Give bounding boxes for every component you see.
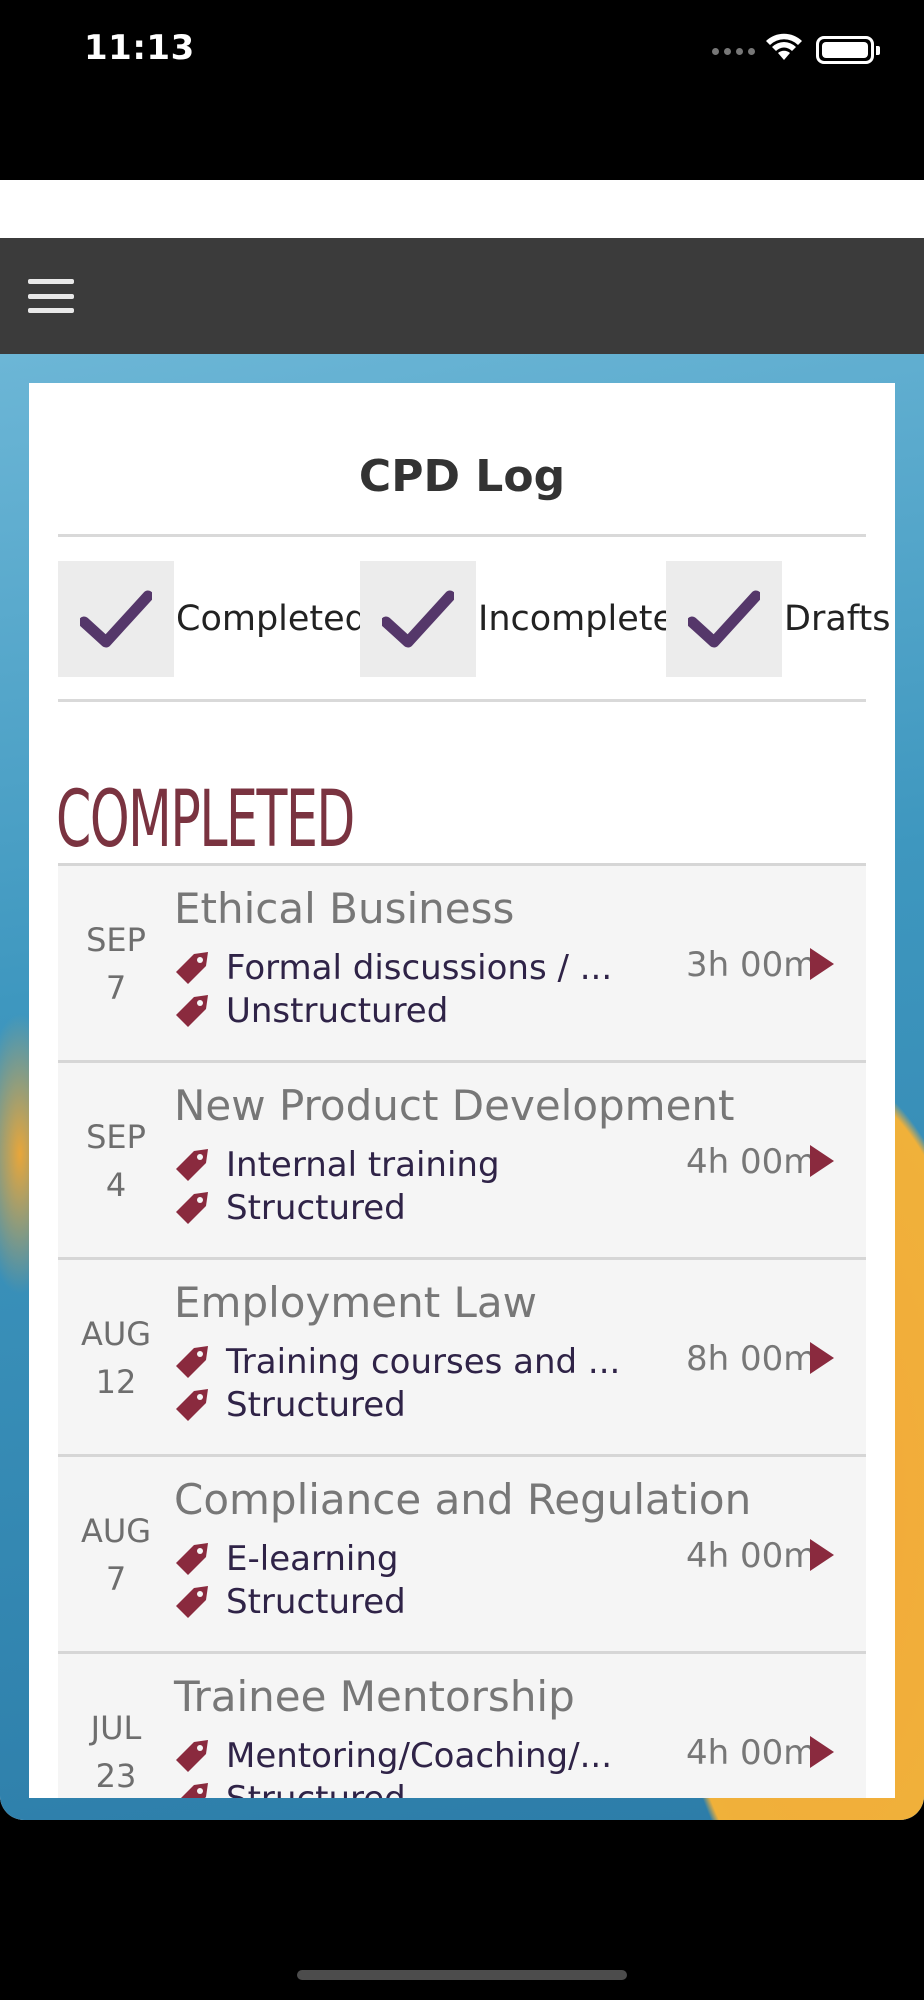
- chevron-right-icon[interactable]: [810, 1736, 834, 1768]
- entry-type: Structured: [174, 1582, 406, 1622]
- checkbox[interactable]: [58, 561, 174, 677]
- tag-icon: [176, 1149, 208, 1181]
- notch: [228, 0, 696, 66]
- page-title: CPD Log: [358, 451, 566, 502]
- entry-category: Training courses and ...: [174, 1342, 620, 1382]
- entry-date: AUG 12: [58, 1310, 174, 1406]
- top-band: [0, 180, 924, 238]
- divider: [58, 699, 866, 702]
- entry-month: SEP: [86, 921, 146, 959]
- entry-month: SEP: [86, 1118, 146, 1156]
- tag-icon: [176, 1543, 208, 1575]
- checkmark-icon: [382, 590, 454, 648]
- entry-title: Trainee Mentorship: [174, 1672, 575, 1721]
- entry-category-text: E-learning: [226, 1539, 399, 1579]
- tag-icon: [176, 1192, 208, 1224]
- entry-title: Ethical Business: [174, 884, 515, 933]
- filter-label: Incomplete: [478, 599, 674, 639]
- entry-title: New Product Development: [174, 1081, 735, 1130]
- chevron-right-icon[interactable]: [810, 1539, 834, 1571]
- entry-type-text: Structured: [226, 1385, 406, 1425]
- entry-title: Employment Law: [174, 1278, 538, 1327]
- entry-type-text: Structured: [226, 1188, 406, 1228]
- menu-icon[interactable]: [28, 276, 74, 316]
- checkmark-icon: [80, 590, 152, 648]
- tag-icon: [176, 995, 208, 1027]
- entry-category: Mentoring/Coaching/...: [174, 1736, 612, 1776]
- checkbox[interactable]: [360, 561, 476, 677]
- section-title: COMPLETED: [56, 775, 355, 865]
- navbar: [0, 238, 924, 354]
- filter-drafts[interactable]: Drafts: [666, 561, 890, 677]
- cpd-entry[interactable]: JUL 23 Trainee Mentorship Mentoring/Coac…: [58, 1651, 866, 1798]
- entry-type-text: Unstructured: [226, 991, 449, 1031]
- filter-label: Drafts: [784, 599, 891, 639]
- entry-date: SEP 7: [58, 916, 174, 1012]
- entry-day: 12: [95, 1363, 137, 1401]
- filter-completed[interactable]: Completed: [58, 561, 367, 677]
- entry-duration: 4h 00m: [686, 1733, 817, 1773]
- entry-date: JUL 23: [58, 1704, 174, 1798]
- entry-duration: 4h 00m: [686, 1536, 817, 1576]
- entry-day: 7: [105, 969, 127, 1007]
- entry-date: SEP 4: [58, 1113, 174, 1209]
- entry-day: 4: [105, 1166, 127, 1204]
- cpd-entry[interactable]: AUG 12 Employment Law Training courses a…: [58, 1257, 866, 1454]
- cpd-entry[interactable]: AUG 7 Compliance and Regulation E-learni…: [58, 1454, 866, 1651]
- checkbox[interactable]: [666, 561, 782, 677]
- chevron-right-icon[interactable]: [810, 1342, 834, 1374]
- status-time: 11:13: [84, 28, 195, 68]
- tag-icon: [176, 1740, 208, 1772]
- status-bar: 11:13: [0, 0, 924, 180]
- entry-category-text: Internal training: [226, 1145, 500, 1185]
- entry-month: AUG: [80, 1315, 152, 1353]
- chevron-right-icon[interactable]: [810, 1145, 834, 1177]
- cpd-entry-list: SEP 7 Ethical Business Formal discussion…: [58, 863, 866, 1798]
- entry-date: AUG 7: [58, 1507, 174, 1603]
- entry-category-text: Mentoring/Coaching/...: [226, 1736, 613, 1776]
- battery-icon: [816, 36, 880, 64]
- cellular-signal-icon: [712, 48, 755, 55]
- tag-icon: [176, 1389, 208, 1421]
- entry-category-text: Training courses and ...: [226, 1342, 621, 1382]
- entry-duration: 4h 00m: [686, 1142, 817, 1182]
- entry-category: Internal training: [174, 1145, 500, 1185]
- entry-day: 23: [95, 1757, 137, 1795]
- home-indicator[interactable]: [297, 1970, 627, 1980]
- entry-type-text: Structured: [226, 1779, 406, 1798]
- entry-type: Structured: [174, 1385, 406, 1425]
- entry-category: E-learning: [174, 1539, 398, 1579]
- cpd-entry[interactable]: SEP 4 New Product Development Internal t…: [58, 1060, 866, 1257]
- wifi-icon: [766, 33, 802, 60]
- cpd-entry[interactable]: SEP 7 Ethical Business Formal discussion…: [58, 863, 866, 1060]
- chevron-right-icon[interactable]: [810, 948, 834, 980]
- entry-duration: 3h 00m: [686, 945, 817, 985]
- tag-icon: [181, 1783, 208, 1798]
- tag-icon: [176, 1346, 208, 1378]
- checkmark-icon: [688, 590, 760, 648]
- entry-type: Unstructured: [174, 991, 448, 1031]
- entry-category: Formal discussions / ...: [174, 948, 612, 988]
- entry-category-text: Formal discussions / ...: [226, 948, 613, 988]
- cpd-log-card: CPD Log Completed Incomplete Drafts COMP…: [29, 383, 895, 1798]
- tag-icon: [176, 1586, 208, 1618]
- entry-type-text: Structured: [226, 1582, 406, 1622]
- filter-label: Completed: [176, 599, 367, 639]
- divider: [58, 534, 866, 537]
- entry-title: Compliance and Regulation: [174, 1475, 752, 1524]
- entry-type: Structured: [174, 1779, 406, 1798]
- filter-incomplete[interactable]: Incomplete: [360, 561, 674, 677]
- entry-day: 7: [105, 1560, 127, 1598]
- entry-type: Structured: [174, 1188, 406, 1228]
- entry-month: JUL: [90, 1709, 142, 1747]
- entry-duration: 8h 00m: [686, 1339, 817, 1379]
- entry-month: AUG: [80, 1512, 152, 1550]
- tag-icon: [176, 952, 208, 984]
